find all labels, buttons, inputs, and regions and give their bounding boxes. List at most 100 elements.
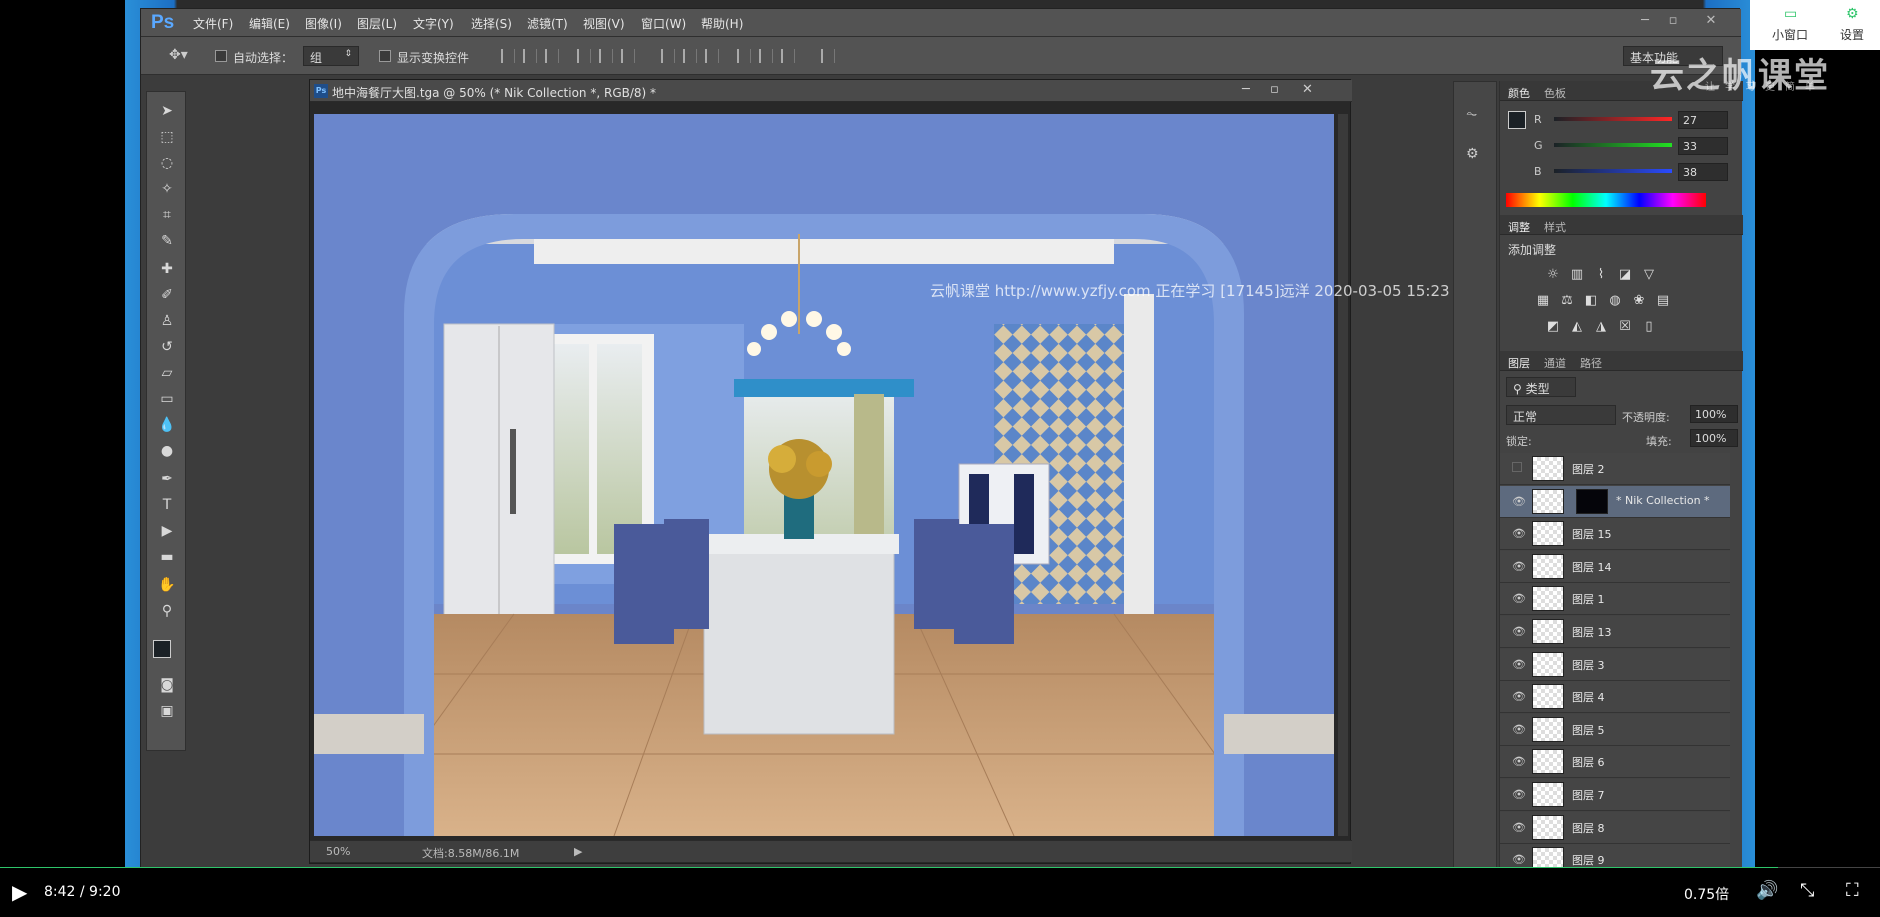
menu-select[interactable]: 选择(S) xyxy=(471,15,512,32)
magic-wand-tool-icon[interactable]: ✧ xyxy=(155,178,179,200)
canvas-vertical-scrollbar[interactable] xyxy=(1338,114,1348,836)
pen-tool-icon[interactable]: ✒ xyxy=(155,468,179,490)
exposure-icon[interactable]: ◪ xyxy=(1616,267,1634,283)
show-transform-checkbox[interactable] xyxy=(379,50,391,62)
align-vcenter-icon[interactable] xyxy=(523,49,537,63)
r-value[interactable]: 27 xyxy=(1678,111,1728,129)
mini-window-label[interactable]: 小窗口 xyxy=(1772,26,1808,43)
auto-select-checkbox[interactable] xyxy=(215,50,227,62)
distribute-top-icon[interactable] xyxy=(661,49,675,63)
align-right-icon[interactable] xyxy=(621,49,635,63)
blur-tool-icon[interactable]: 💧 xyxy=(155,414,179,436)
visibility-eye-icon[interactable]: 👁 xyxy=(1512,821,1526,834)
levels-icon[interactable]: ▥ xyxy=(1568,267,1586,283)
invert-icon[interactable]: ◩ xyxy=(1544,319,1562,335)
align-top-icon[interactable] xyxy=(501,49,515,63)
color-lookup-icon[interactable]: ▤ xyxy=(1654,293,1672,309)
minimize-icon[interactable]: ─ xyxy=(1631,11,1659,31)
mini-window-icon[interactable]: ▭ xyxy=(1784,6,1797,22)
volume-icon[interactable]: 🔊 xyxy=(1756,880,1778,901)
layer-row[interactable]: 👁 图层 15 xyxy=(1500,518,1730,551)
dodge-tool-icon[interactable]: ● xyxy=(155,440,179,462)
settings-label[interactable]: 设置 xyxy=(1840,26,1864,43)
visibility-eye-icon[interactable]: 👁 xyxy=(1512,723,1526,736)
history-brush-tool-icon[interactable]: ↺ xyxy=(155,336,179,358)
opacity-value[interactable]: 100% xyxy=(1690,405,1738,423)
posterize-icon[interactable]: ◭ xyxy=(1568,319,1586,335)
visibility-eye-icon[interactable]: 👁 xyxy=(1512,495,1526,508)
history-panel-icon[interactable]: ⏦ xyxy=(1466,106,1477,122)
color-spectrum-bar[interactable] xyxy=(1506,193,1706,207)
zoom-level[interactable]: 50% xyxy=(326,845,350,858)
layer-row[interactable]: 👁 图层 4 xyxy=(1500,681,1730,714)
distribute-bottom-icon[interactable] xyxy=(705,49,719,63)
tab-channels[interactable]: 通道 xyxy=(1544,355,1566,371)
menu-type[interactable]: 文字(Y) xyxy=(413,15,454,32)
healing-brush-tool-icon[interactable]: ✚ xyxy=(155,258,179,280)
fill-value[interactable]: 100% xyxy=(1690,429,1738,447)
b-slider[interactable] xyxy=(1554,169,1672,173)
menu-window[interactable]: 窗口(W) xyxy=(641,15,686,32)
status-menu-arrow-icon[interactable]: ▶ xyxy=(574,845,582,858)
selective-color-icon[interactable]: ▯ xyxy=(1640,319,1658,335)
move-tool-icon[interactable]: ➤ xyxy=(155,100,179,122)
color-balance-icon[interactable]: ⚖ xyxy=(1558,293,1576,309)
auto-select-dropdown[interactable]: 组 ⇕ xyxy=(303,46,359,66)
close-icon[interactable]: ✕ xyxy=(1697,11,1725,31)
doc-minimize-icon[interactable]: ─ xyxy=(1242,82,1250,97)
threshold-icon[interactable]: ◮ xyxy=(1592,319,1610,335)
settings-icon[interactable]: ⚙ xyxy=(1846,6,1859,22)
play-icon[interactable]: ▶ xyxy=(12,880,27,904)
hue-saturation-icon[interactable]: ▦ xyxy=(1534,293,1552,309)
visibility-eye-icon[interactable]: 👁 xyxy=(1512,853,1526,866)
path-selection-tool-icon[interactable]: ▶ xyxy=(155,520,179,542)
curves-icon[interactable]: ⌇ xyxy=(1592,267,1610,283)
auto-align-icon[interactable] xyxy=(821,49,835,63)
document-title-bar[interactable]: Ps 地中海餐厅大图.tga @ 50% (* Nik Collection *… xyxy=(310,80,1352,102)
exit-fullscreen-icon[interactable]: ⤡ xyxy=(1800,880,1814,901)
align-left-icon[interactable] xyxy=(577,49,591,63)
photo-filter-icon[interactable]: ◍ xyxy=(1606,293,1624,309)
g-value[interactable]: 33 xyxy=(1678,137,1728,155)
shape-tool-icon[interactable]: ▬ xyxy=(155,546,179,568)
visibility-eye-icon[interactable]: 👁 xyxy=(1512,658,1526,671)
brush-tool-icon[interactable]: ✐ xyxy=(155,284,179,306)
menu-filter[interactable]: 滤镜(T) xyxy=(527,15,568,32)
visibility-eye-icon[interactable]: 👁 xyxy=(1512,625,1526,638)
eraser-tool-icon[interactable]: ▱ xyxy=(155,362,179,384)
tab-swatches[interactable]: 色板 xyxy=(1544,85,1566,101)
color-fg-swatch[interactable] xyxy=(1508,111,1526,129)
move-tool-preset-icon[interactable]: ✥▾ xyxy=(169,47,188,63)
menu-file[interactable]: 文件(F) xyxy=(193,15,233,32)
menu-help[interactable]: 帮助(H) xyxy=(701,15,743,32)
blend-mode-dropdown[interactable]: 正常 xyxy=(1506,405,1616,425)
hand-tool-icon[interactable]: ✋ xyxy=(155,574,179,596)
tab-adjustments[interactable]: 调整 xyxy=(1508,219,1530,235)
layer-mask-thumbnail[interactable] xyxy=(1576,488,1608,514)
marquee-tool-icon[interactable]: ⬚ xyxy=(155,126,179,148)
playback-speed[interactable]: 0.75倍 xyxy=(1684,884,1729,904)
crop-tool-icon[interactable]: ⌗ xyxy=(155,204,179,226)
align-hcenter-icon[interactable] xyxy=(599,49,613,63)
zoom-tool-icon[interactable]: ⚲ xyxy=(155,600,179,622)
visibility-eye-icon[interactable]: 👁 xyxy=(1512,788,1526,801)
black-white-icon[interactable]: ◧ xyxy=(1582,293,1600,309)
clone-stamp-tool-icon[interactable]: ♙ xyxy=(155,310,179,332)
visibility-eye-icon[interactable]: 👁 xyxy=(1512,527,1526,540)
menu-edit[interactable]: 编辑(E) xyxy=(249,15,290,32)
layer-row[interactable]: 👁 图层 6 xyxy=(1500,746,1730,779)
layer-row[interactable]: 👁 图层 14 xyxy=(1500,550,1730,583)
doc-close-icon[interactable]: ✕ xyxy=(1302,82,1313,97)
layer-row[interactable]: 👁 图层 3 xyxy=(1500,648,1730,681)
tab-color[interactable]: 颜色 xyxy=(1508,85,1530,101)
visibility-eye-icon[interactable]: 👁 xyxy=(1512,690,1526,703)
visibility-eye-icon[interactable] xyxy=(1512,462,1522,472)
fullscreen-icon[interactable]: ⛶ xyxy=(1846,880,1859,901)
layer-row[interactable]: 👁 图层 7 xyxy=(1500,779,1730,811)
distribute-vcenter-icon[interactable] xyxy=(683,49,697,63)
canvas-image[interactable] xyxy=(314,114,1334,836)
visibility-eye-icon[interactable]: 👁 xyxy=(1512,755,1526,768)
doc-maximize-icon[interactable]: ▫ xyxy=(1270,82,1279,97)
b-value[interactable]: 38 xyxy=(1678,163,1728,181)
brightness-contrast-icon[interactable]: ☼ xyxy=(1544,267,1562,283)
